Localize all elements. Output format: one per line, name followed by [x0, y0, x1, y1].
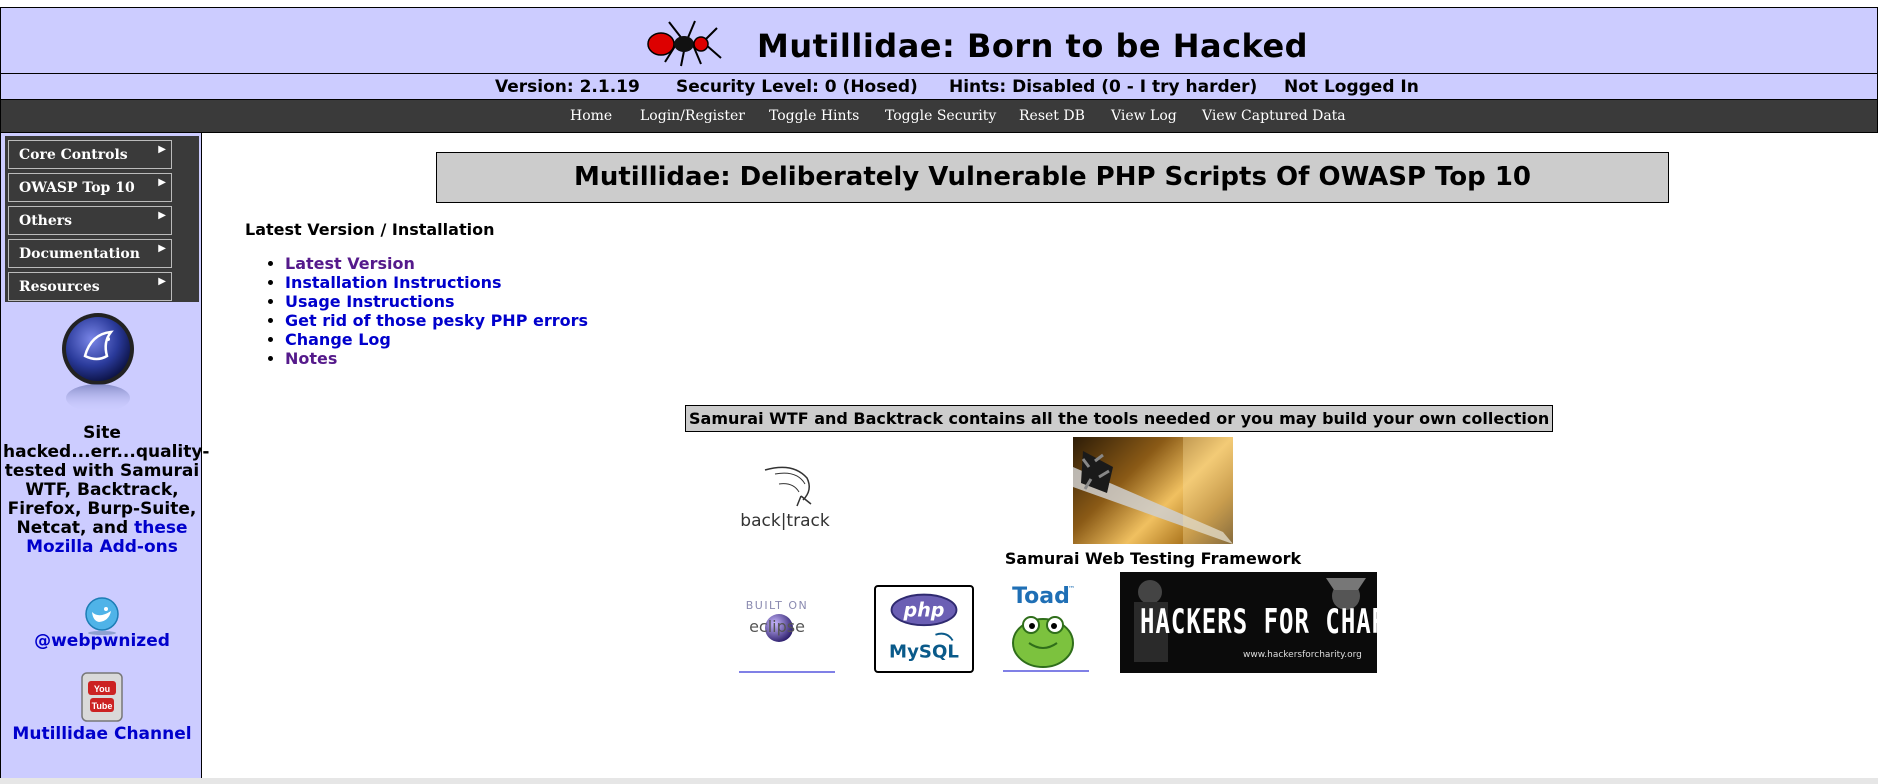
submenu-arrow-icon: ▶	[158, 243, 166, 254]
menu-item-label: OWASP Top 10	[19, 180, 135, 196]
toad-text: Toad	[1012, 585, 1070, 609]
installation-instructions-link[interactable]: Installation Instructions	[285, 273, 501, 292]
site-header: Mutillidae: Born to be Hacked	[0, 7, 1878, 74]
eclipse-built-on-text: BUILT ON	[746, 599, 809, 612]
nav-toggle-hints[interactable]: Toggle Hints	[769, 108, 859, 124]
menu-item-others[interactable]: Others ▶	[8, 206, 172, 235]
change-log-link[interactable]: Change Log	[285, 330, 391, 349]
menu-item-label: Resources	[19, 279, 100, 295]
php-mysql-logo[interactable]: php MySQL	[874, 585, 974, 673]
svg-text:Tube: Tube	[92, 701, 113, 711]
site-title: Mutillidae: Born to be Hacked	[757, 27, 1309, 65]
menu-item-label: Others	[19, 213, 73, 229]
menu-item-owasp-top-10[interactable]: OWASP Top 10 ▶	[8, 173, 172, 202]
backtrack-logo-text: back|track	[740, 511, 830, 531]
list-item: Change Log	[285, 330, 588, 349]
menu-item-core-controls[interactable]: Core Controls ▶	[8, 140, 172, 169]
owasp-logo-icon	[62, 313, 134, 412]
youtube-channel-link[interactable]: Mutillidae Channel	[1, 725, 203, 744]
submenu-arrow-icon: ▶	[158, 210, 166, 221]
menu-item-label: Core Controls	[19, 147, 128, 163]
menu-item-documentation[interactable]: Documentation ▶	[8, 239, 172, 268]
nav-home[interactable]: Home	[570, 108, 612, 124]
sidebar-menu: Core Controls ▶ OWASP Top 10 ▶ Others ▶ …	[5, 136, 199, 302]
menu-item-resources[interactable]: Resources ▶	[8, 272, 172, 301]
nav-view-captured-data[interactable]: View Captured Data	[1202, 108, 1346, 124]
eclipse-logo[interactable]: BUILT ON eclipse	[739, 592, 835, 674]
latest-version-link[interactable]: Latest Version	[285, 254, 415, 273]
bottom-scroll-strip	[0, 778, 1878, 784]
login-status-text: Not Logged In	[1284, 77, 1419, 97]
nav-toggle-security[interactable]: Toggle Security	[885, 108, 996, 124]
mysql-text: MySQL	[889, 642, 959, 663]
hints-status-text: Hints: Disabled (0 - I try harder)	[949, 77, 1258, 97]
samurai-caption: Samurai Web Testing Framework	[1004, 549, 1302, 568]
hfc-url-text: www.hackersforcharity.org	[1243, 650, 1362, 660]
php-errors-link[interactable]: Get rid of those pesky PHP errors	[285, 311, 588, 330]
ant-logo-icon	[647, 20, 722, 67]
nav-reset-db[interactable]: Reset DB	[1019, 108, 1085, 124]
section-title: Latest Version / Installation	[245, 220, 495, 239]
youtube-icon[interactable]: You Tube	[80, 671, 124, 723]
top-nav: Home Login/Register Toggle Hints Toggle …	[0, 100, 1878, 133]
list-item: Installation Instructions	[285, 273, 588, 292]
page-title: Mutillidae: Deliberately Vulnerable PHP …	[436, 152, 1669, 203]
nav-login-register[interactable]: Login/Register	[640, 108, 745, 124]
samurai-wtf-image[interactable]	[1073, 437, 1233, 544]
svg-text:You: You	[94, 684, 110, 694]
hfc-text: HACKERS FOR CHARITY	[1140, 602, 1377, 642]
eclipse-text: eclipse	[749, 617, 805, 636]
sidebar: Core Controls ▶ OWASP Top 10 ▶ Others ▶ …	[0, 133, 209, 778]
usage-instructions-link[interactable]: Usage Instructions	[285, 292, 455, 311]
sidebar-note: Site hacked...err...quality-tested with …	[3, 424, 209, 557]
submenu-arrow-icon: ▶	[158, 177, 166, 188]
status-bar: Version: 2.1.19 Security Level: 0 (Hosed…	[0, 74, 1878, 100]
twitter-bird-icon[interactable]	[79, 597, 125, 635]
list-item: Notes	[285, 349, 588, 368]
nav-view-log[interactable]: View Log	[1111, 108, 1177, 124]
backtrack-logo[interactable]: back|track	[735, 460, 835, 534]
security-level-text: Security Level: 0 (Hosed)	[676, 77, 918, 97]
samurai-sword-icon	[1073, 437, 1233, 544]
notes-link[interactable]: Notes	[285, 349, 337, 368]
menu-item-label: Documentation	[19, 246, 140, 262]
list-item: Usage Instructions	[285, 292, 588, 311]
list-item: Latest Version	[285, 254, 588, 273]
hackers-for-charity-banner[interactable]: HACKERS FOR CHARITY www.hackersforcharit…	[1120, 572, 1377, 673]
installation-link-list: Latest Version Installation Instructions…	[265, 254, 588, 368]
toad-trademark-text: ™	[1068, 585, 1075, 593]
php-text: php	[903, 599, 945, 622]
tools-note: Samurai WTF and Backtrack contains all t…	[685, 405, 1554, 432]
submenu-arrow-icon: ▶	[158, 276, 166, 287]
list-item: Get rid of those pesky PHP errors	[285, 311, 588, 330]
twitter-link[interactable]: @webpwnized	[1, 631, 203, 651]
toad-logo[interactable]: Toad ™	[1003, 585, 1089, 673]
version-text: Version: 2.1.19	[495, 77, 640, 97]
submenu-arrow-icon: ▶	[158, 144, 166, 155]
